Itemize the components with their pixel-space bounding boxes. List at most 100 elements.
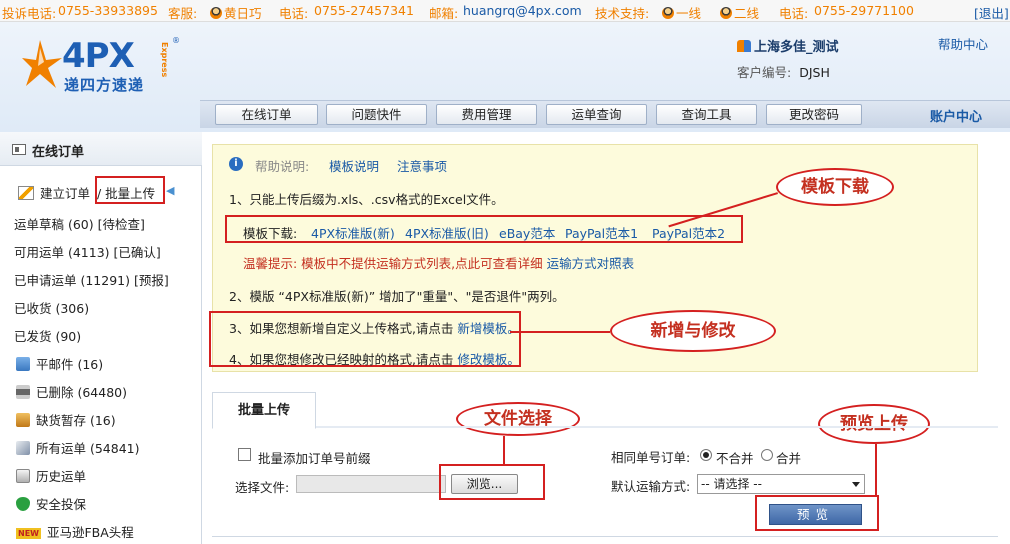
customer-number: 客户编号: DJSH bbox=[737, 65, 830, 80]
phone-label: 电话: bbox=[279, 6, 309, 21]
sidebar-item-shipped[interactable]: 已发货 (90) bbox=[14, 326, 81, 345]
new-badge-icon: NEW bbox=[16, 528, 41, 539]
nav-billing[interactable]: 费用管理 bbox=[436, 104, 537, 125]
chevron-down-icon bbox=[852, 482, 860, 487]
account-name: 上海多佳_测试 bbox=[737, 36, 839, 55]
template-link-4px-old[interactable]: 4PX标准版(旧) bbox=[405, 223, 489, 242]
box-icon bbox=[16, 413, 30, 427]
logo-registered: ® bbox=[172, 36, 180, 45]
sidebar-header: 在线订单 bbox=[0, 132, 202, 166]
edit-icon bbox=[18, 186, 34, 200]
service-person: 黄日巧 bbox=[210, 3, 262, 22]
service-label: 客服: bbox=[168, 6, 198, 21]
hourglass-icon bbox=[16, 385, 30, 399]
callout-line bbox=[510, 331, 610, 333]
complaint-label: 投诉电话: bbox=[2, 6, 57, 21]
notes-link[interactable]: 注意事项 bbox=[397, 156, 447, 175]
template-download-box: 模板下载: 4PX标准版(新) 4PX标准版(旧) eBay范本 PayPal范… bbox=[225, 215, 743, 243]
sidebar-item-surface-mail[interactable]: 平邮件 (16) bbox=[16, 354, 103, 373]
file-path-input[interactable] bbox=[296, 475, 446, 493]
support-line1[interactable]: 一线 bbox=[662, 3, 701, 22]
default-shipping-label: 默认运输方式: bbox=[611, 479, 691, 494]
help-line-3: 3、如果您想新增自定义上传格式,请点击 新增模板。 bbox=[229, 321, 520, 336]
top-info-bar: 投诉电话: 0755-33933895 客服: 黄日巧 电话: 0755-274… bbox=[0, 0, 1010, 22]
document-icon bbox=[16, 469, 30, 483]
merge-radio[interactable] bbox=[761, 449, 773, 461]
arrow-left-icon: ◀ bbox=[166, 184, 175, 197]
nav-online-order[interactable]: 在线订单 bbox=[215, 104, 318, 125]
email-link[interactable]: huangrq@4px.com bbox=[463, 3, 582, 18]
no-merge-label: 不合并 bbox=[716, 451, 754, 466]
tab-divider bbox=[316, 426, 998, 428]
add-prefix-label: 批量添加订单号前缀 bbox=[258, 451, 371, 466]
callout-line bbox=[503, 436, 505, 466]
sidebar-item-available[interactable]: 可用运单 (4113) [已确认] bbox=[14, 242, 161, 261]
select-file-label: 选择文件: bbox=[235, 480, 290, 495]
help-line-2: 2、模版 “4PX标准版(新)” 增加了"重量"、"是否退件"两列。 bbox=[229, 289, 565, 304]
sidebar-item-all-waybills[interactable]: 所有运单 (54841) bbox=[16, 438, 140, 457]
info-icon: i bbox=[229, 157, 243, 171]
batch-upload-highlight bbox=[95, 176, 165, 204]
nav-problem-parcels[interactable]: 问题快件 bbox=[326, 104, 427, 125]
complaint-phone: 0755-33933895 bbox=[58, 3, 158, 18]
main-nav: 在线订单 问题快件 费用管理 运单查询 查询工具 更改密码 账户中心 bbox=[200, 100, 1010, 128]
template-download-label: 模板下载: bbox=[243, 226, 298, 241]
nav-change-password[interactable]: 更改密码 bbox=[766, 104, 862, 125]
help-center-link[interactable]: 帮助中心 bbox=[938, 34, 988, 53]
phone-number: 0755-27457341 bbox=[314, 3, 414, 18]
person-icon bbox=[720, 7, 732, 19]
help-line-1: 1、只能上传后缀为.xls、.csv格式的Excel文件。 bbox=[229, 192, 504, 207]
sidebar-create-order[interactable]: 建立订单 bbox=[18, 183, 90, 202]
callout-template-download: 模板下载 bbox=[776, 168, 894, 206]
template-link-ebay[interactable]: eBay范本 bbox=[499, 223, 555, 242]
logo-brand: 4PX bbox=[62, 36, 135, 76]
person-icon bbox=[210, 7, 222, 19]
upload-icon bbox=[16, 357, 30, 371]
header: 4PX 递四方速递 Express ® 上海多佳_测试 客户编号: DJSH 帮助… bbox=[0, 22, 1010, 132]
shipping-method-select[interactable]: -- 请选择 -- bbox=[697, 474, 865, 494]
support-phone: 0755-29771100 bbox=[814, 3, 914, 18]
template-link-4px-new[interactable]: 4PX标准版(新) bbox=[311, 223, 395, 242]
panel-bottom-border bbox=[212, 536, 998, 537]
support-phone-label: 电话: bbox=[779, 6, 809, 21]
sidebar-item-amazon-fba[interactable]: NEW 亚马逊FBA头程 bbox=[16, 522, 134, 541]
tab-batch-upload[interactable]: 批量上传 bbox=[212, 392, 316, 429]
sidebar-title: 在线订单 bbox=[32, 145, 85, 160]
nav-query-tools[interactable]: 查询工具 bbox=[656, 104, 757, 125]
upload-tabstrip: 批量上传 bbox=[212, 392, 998, 429]
card-icon bbox=[12, 144, 26, 155]
add-prefix-checkbox[interactable] bbox=[238, 448, 251, 461]
support-line2[interactable]: 二线 bbox=[720, 3, 759, 22]
sidebar-item-drafts[interactable]: 运单草稿 (60) [待检查] bbox=[14, 214, 145, 233]
template-link-paypal2[interactable]: PayPal范本2 bbox=[652, 223, 725, 242]
sidebar-item-deleted[interactable]: 已删除 (64480) bbox=[16, 382, 127, 401]
callout-add-modify: 新增与修改 bbox=[610, 310, 776, 352]
sidebar: 在线订单 建立订单 / 批量上传 ◀ 运单草稿 (60) [待检查] 可用运单 … bbox=[0, 132, 202, 544]
sidebar-item-stockout[interactable]: 缺货暂存 (16) bbox=[16, 410, 116, 429]
nav-waybill-query[interactable]: 运单查询 bbox=[546, 104, 647, 125]
4px-star-icon bbox=[22, 40, 62, 88]
tip-line: 温馨提示: 模板中不提供运输方式列表,点此可查看详细 运输方式对照表 bbox=[243, 256, 635, 271]
merge-label: 合并 bbox=[776, 451, 802, 466]
help-line-4: 4、如果您想修改已经映射的格式,请点击 修改模板。 bbox=[229, 352, 520, 367]
sidebar-item-applied[interactable]: 已申请运单 (11291) [预报] bbox=[14, 270, 169, 289]
person-icon bbox=[662, 7, 674, 19]
documents-icon bbox=[16, 441, 30, 455]
account-center-link[interactable]: 账户中心 bbox=[930, 106, 982, 125]
sidebar-item-insurance[interactable]: 安全投保 bbox=[16, 494, 86, 513]
shipping-methods-link[interactable]: 运输方式对照表 bbox=[547, 256, 635, 271]
preview-highlight bbox=[755, 495, 879, 531]
modify-template-link[interactable]: 修改模板。 bbox=[457, 352, 520, 367]
no-merge-radio[interactable] bbox=[700, 449, 712, 461]
same-order-label: 相同单号订单: bbox=[611, 450, 691, 465]
sidebar-item-history[interactable]: 历史运单 bbox=[16, 466, 86, 485]
logo-chinese: 递四方速递 bbox=[64, 76, 145, 94]
help-label: 帮助说明: bbox=[255, 159, 310, 174]
add-template-link[interactable]: 新增模板。 bbox=[457, 321, 520, 336]
template-guide-link[interactable]: 模板说明 bbox=[329, 156, 379, 175]
callout-line bbox=[875, 444, 877, 496]
sidebar-item-received[interactable]: 已收货 (306) bbox=[14, 298, 89, 317]
template-link-paypal1[interactable]: PayPal范本1 bbox=[565, 223, 638, 242]
logout-link[interactable]: [退出] bbox=[974, 3, 1009, 22]
support-label: 技术支持: bbox=[595, 6, 650, 21]
